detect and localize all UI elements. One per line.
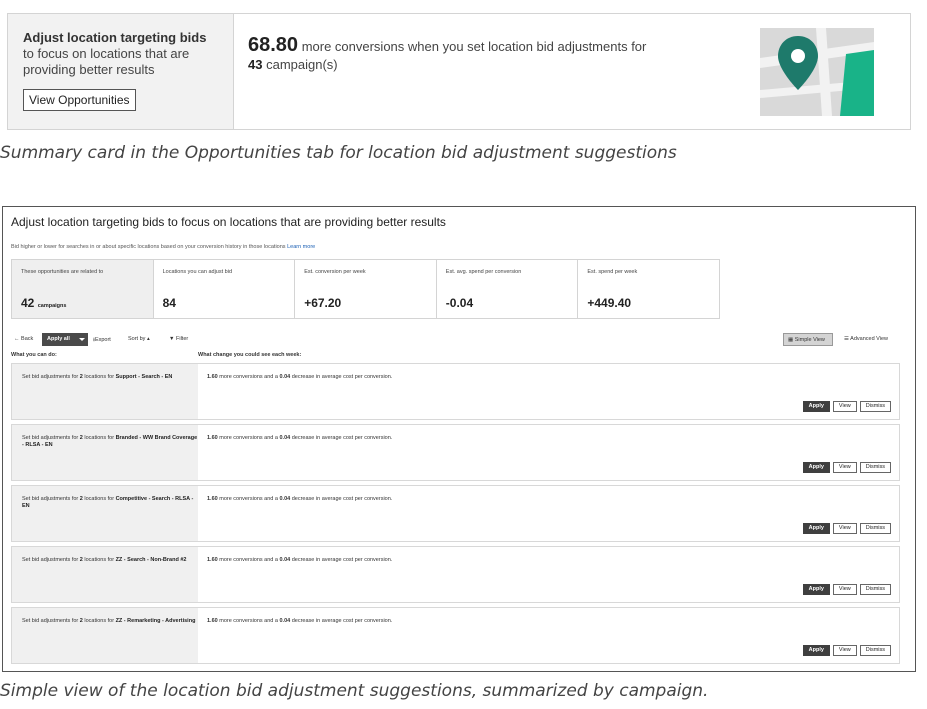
- sort-caret-icon: ▴: [146, 336, 150, 342]
- view-button[interactable]: View: [832, 645, 857, 656]
- summary-card-body-line2: providing better results: [23, 62, 155, 77]
- row-action: Set bid adjustments for 2 locations for …: [12, 608, 198, 663]
- dismiss-button[interactable]: Dismiss: [859, 645, 891, 656]
- view-button[interactable]: View: [832, 401, 857, 412]
- view-opportunities-button[interactable]: View Opportunities: [23, 89, 136, 111]
- row-impact: 1.60 more conversions and a 0.04 decreas…: [198, 486, 899, 541]
- stat-label: Est. conversion per week: [304, 269, 366, 275]
- stat-value: 84: [162, 296, 176, 310]
- stat-suffix: campaigns: [37, 303, 67, 309]
- view-button[interactable]: View: [832, 462, 857, 473]
- campaign-name: Support - Search - EN: [115, 374, 173, 380]
- export-button[interactable]: ⭳Export: [93, 336, 111, 345]
- column-header-left: What you can do:: [11, 352, 57, 358]
- panel-title: Adjust location targeting bids to focus …: [11, 215, 446, 229]
- apply-all-button[interactable]: Apply all: [42, 333, 88, 346]
- apply-button[interactable]: Apply: [802, 401, 830, 412]
- back-button[interactable]: ← Back: [14, 336, 33, 342]
- stat-value: +67.20: [304, 296, 342, 310]
- suggestion-row: Set bid adjustments for 2 locations for …: [11, 363, 900, 420]
- conversions-value: 68.80: [248, 34, 299, 56]
- view-button[interactable]: View: [832, 523, 857, 534]
- list-icon: ☰: [844, 336, 849, 342]
- column-header-right: What change you could see each week:: [198, 352, 302, 358]
- suggestion-row: Set bid adjustments for 2 locations for …: [11, 607, 900, 664]
- panel-subtitle-text: Bid higher or lower for searches in or a…: [11, 244, 286, 250]
- stat-locations: Locations you can adjust bid 84: [152, 260, 295, 318]
- filter-button[interactable]: ▼ Filter: [169, 336, 188, 342]
- map-pin-icon: [760, 28, 874, 116]
- chevron-down-icon: [79, 338, 85, 341]
- apply-button[interactable]: Apply: [802, 523, 830, 534]
- summary-card-body-line1: to focus on locations that are: [23, 46, 190, 61]
- campaign-count: 43: [248, 57, 263, 72]
- stat-campaigns: These opportunities are related to 42 ca…: [12, 260, 153, 318]
- apply-button[interactable]: Apply: [802, 645, 830, 656]
- stat-label: Est. avg. spend per conversion: [445, 269, 522, 275]
- back-arrow-icon: ←: [14, 336, 20, 342]
- caption-bottom: Simple view of the location bid adjustme…: [0, 681, 709, 701]
- dismiss-button[interactable]: Dismiss: [859, 401, 891, 412]
- stat-avg-spend: Est. avg. spend per conversion -0.04: [435, 260, 578, 318]
- simple-view-toggle[interactable]: ▦ Simple View: [783, 333, 833, 346]
- row-impact: 1.60 more conversions and a 0.04 decreas…: [198, 608, 899, 663]
- filter-icon: ▼: [169, 336, 175, 342]
- stats-bar: These opportunities are related to 42 ca…: [11, 259, 720, 319]
- stat-label: Est. spend per week: [587, 269, 638, 275]
- summary-card: Adjust location targeting bids to focus …: [7, 13, 911, 130]
- row-impact: 1.60 more conversions and a 0.04 decreas…: [198, 547, 899, 602]
- stat-value: -0.04: [445, 296, 474, 310]
- summary-card-title: Adjust location targeting bids: [23, 30, 207, 45]
- row-buttons: Apply View Dismiss: [802, 584, 891, 595]
- view-button[interactable]: View: [832, 584, 857, 595]
- row-action: Set bid adjustments for 2 locations for …: [12, 425, 198, 480]
- suggestion-row: Set bid adjustments for 2 locations for …: [11, 424, 900, 481]
- row-buttons: Apply View Dismiss: [802, 462, 891, 473]
- stat-label: These opportunities are related to: [21, 269, 104, 275]
- caption-top: Summary card in the Opportunities tab fo…: [0, 143, 677, 163]
- row-buttons: Apply View Dismiss: [802, 645, 891, 656]
- row-impact: 1.60 more conversions and a 0.04 decreas…: [198, 425, 899, 480]
- panel-subtitle: Bid higher or lower for searches in or a…: [11, 244, 315, 250]
- row-action: Set bid adjustments for 2 locations for …: [12, 547, 198, 602]
- stat-conversions: Est. conversion per week +67.20: [294, 260, 436, 318]
- learn-more-link[interactable]: Learn more: [287, 244, 315, 250]
- stat-value: +449.40: [587, 296, 632, 310]
- dismiss-button[interactable]: Dismiss: [859, 584, 891, 595]
- toolbar: ← Back Apply all ⭳Export Sort by ▴ ▼ Fil…: [11, 333, 911, 347]
- row-action: Set bid adjustments for 2 locations for …: [12, 364, 198, 419]
- advanced-view-toggle[interactable]: ☰ Advanced View: [844, 336, 888, 342]
- suggestion-row: Set bid adjustments for 2 locations for …: [11, 485, 900, 542]
- campaign-name: ZZ - Remarketing - Advertising: [115, 618, 196, 624]
- campaign-name: ZZ - Search - Non-Brand #2: [115, 557, 187, 563]
- suggestion-row: Set bid adjustments for 2 locations for …: [11, 546, 900, 603]
- row-buttons: Apply View Dismiss: [802, 523, 891, 534]
- apply-button[interactable]: Apply: [802, 584, 830, 595]
- stat-value: 42 campaigns: [21, 296, 67, 310]
- stat-spend-week: Est. spend per week +449.40: [577, 260, 719, 318]
- apply-button[interactable]: Apply: [802, 462, 830, 473]
- summary-card-left: Adjust location targeting bids to focus …: [8, 14, 234, 129]
- dismiss-button[interactable]: Dismiss: [859, 462, 891, 473]
- sort-by-dropdown[interactable]: Sort by ▴: [128, 336, 150, 342]
- grid-icon: ▦: [788, 337, 794, 343]
- dismiss-button[interactable]: Dismiss: [859, 523, 891, 534]
- stat-label: Locations you can adjust bid: [162, 269, 233, 275]
- summary-card-main: 68.80 more conversions when you set loca…: [234, 14, 910, 129]
- conversions-text: more conversions when you set location b…: [301, 39, 647, 54]
- row-impact: 1.60 more conversions and a 0.04 decreas…: [198, 364, 899, 419]
- row-buttons: Apply View Dismiss: [802, 401, 891, 412]
- detail-panel: Adjust location targeting bids to focus …: [2, 206, 916, 672]
- row-action: Set bid adjustments for 2 locations for …: [12, 486, 198, 541]
- campaign-text: campaign(s): [266, 57, 338, 72]
